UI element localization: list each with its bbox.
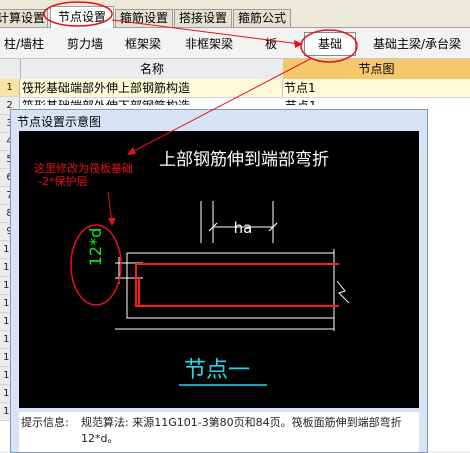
tab-calc-settings[interactable]: 计算设置 — [0, 9, 48, 27]
dialog-title: 节点设置示意图 — [17, 115, 102, 129]
row-name-cell: 筏形基础端部外伸下部钢筋构造 — [22, 99, 190, 105]
tab-stirrup-formula[interactable]: 箍筋公式 — [233, 9, 291, 27]
node-label: 节点一 — [184, 358, 250, 383]
diagram-canvas: 上部钢筋伸到端部弯折 ha 12*d 节点一 — [19, 131, 419, 408]
row-number[interactable]: 1 — [0, 79, 20, 97]
column-header-name: 名称 — [20, 59, 284, 79]
grid-header: 名称 节点图 — [0, 59, 470, 80]
tab-stirrup-settings[interactable]: 箍筋设置 — [115, 9, 173, 27]
rebar-top — [135, 263, 339, 307]
category-foundation[interactable]: 基础 — [304, 32, 356, 56]
node-diagram-dialog: 节点设置示意图 上部钢筋伸到端部弯折 ha 12*d 节点一 提示信息: 规范算… — [10, 109, 428, 453]
tab-lap-settings[interactable]: 搭接设置 — [174, 9, 232, 27]
row-node-cell[interactable]: 节点1 — [285, 99, 317, 105]
dim-12d-label: 12*d — [86, 228, 105, 267]
cell-divider — [282, 79, 283, 97]
row-node-cell[interactable]: 节点1 — [284, 79, 316, 97]
break-symbol — [336, 280, 350, 304]
table-row[interactable]: 筏形基础端部外伸上部钢筋构造 节点1 — [20, 79, 470, 98]
category-column[interactable]: 柱/墙柱 — [0, 32, 48, 56]
tab-strip: 计算设置 节点设置 箍筋设置 搭接设置 箍筋公式 — [0, 0, 470, 28]
concrete-outline — [126, 253, 334, 319]
rebar-diagram: 上部钢筋伸到端部弯折 ha 12*d 节点一 — [86, 150, 350, 386]
category-non-frame-beam[interactable]: 非框架梁 — [178, 32, 240, 56]
hint-label: 提示信息: — [21, 416, 69, 429]
column-header-node: 节点图 — [283, 59, 470, 79]
hint-panel: 提示信息: 规范算法: 来源11G101-3第80页和84页。筏板面筋伸到端部弯… — [19, 412, 419, 452]
dim-ha-label: ha — [234, 219, 253, 237]
category-bar: 柱/墙柱 剪力墙 框架梁 非框架梁 板 基础 基础主梁/承台梁 — [0, 28, 470, 59]
tab-node-settings[interactable]: 节点设置 — [50, 6, 114, 28]
category-foundation-main-beam[interactable]: 基础主梁/承台梁 — [364, 32, 470, 56]
category-slab[interactable]: 板 — [256, 32, 286, 56]
category-shear-wall[interactable]: 剪力墙 — [60, 32, 110, 56]
row-name-cell: 筏形基础端部外伸上部钢筋构造 — [22, 81, 191, 95]
hint-text: 规范算法: 来源11G101-3第80页和84页。筏板面筋伸到端部弯折12*d。 — [81, 416, 402, 445]
drawing-title: 上部钢筋伸到端部弯折 — [159, 150, 329, 170]
category-frame-beam[interactable]: 框架梁 — [118, 32, 168, 56]
